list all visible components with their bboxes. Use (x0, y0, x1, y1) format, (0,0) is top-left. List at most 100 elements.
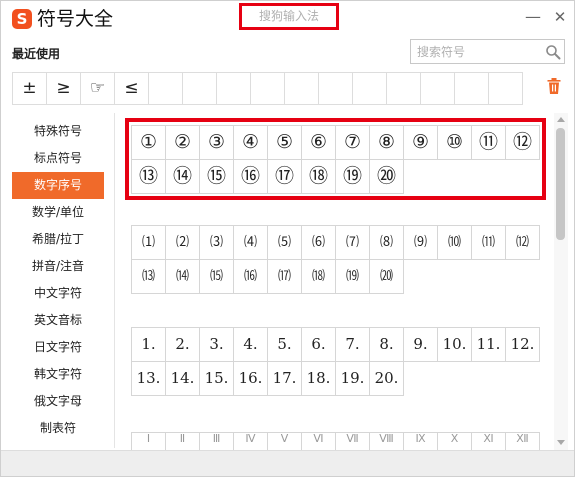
symbol-cell[interactable]: ⑾ (472, 226, 506, 260)
recent-symbol-cell[interactable]: ☞ (81, 73, 115, 105)
symbol-cell[interactable]: ① (132, 126, 166, 160)
sidebar-item[interactable]: 数学/单位 (12, 199, 104, 226)
symbol-cell[interactable]: Ⅸ (404, 433, 438, 450)
symbol-cell[interactable]: ⑰ (268, 160, 302, 194)
symbol-cell[interactable]: Ⅰ (132, 433, 166, 450)
symbol-cell[interactable]: ⑱ (302, 160, 336, 194)
sidebar-item[interactable]: 俄文字母 (12, 388, 104, 415)
symbol-cell[interactable]: Ⅴ (268, 433, 302, 450)
symbol-cell[interactable]: ⑷ (234, 226, 268, 260)
recent-symbol-cell[interactable] (455, 73, 489, 105)
close-button[interactable]: ✕ (549, 7, 571, 27)
sidebar-item[interactable]: 英文音标 (12, 307, 104, 334)
symbol-cell[interactable]: Ⅷ (370, 433, 404, 450)
symbol-cell[interactable]: ⑵ (166, 226, 200, 260)
symbol-cell[interactable]: Ⅵ (302, 433, 336, 450)
recent-symbol-cell[interactable] (251, 73, 285, 105)
sidebar-item[interactable]: 日文字符 (12, 334, 104, 361)
scroll-down-arrow-icon[interactable] (557, 440, 565, 445)
symbol-cell[interactable]: ⒃ (234, 260, 268, 294)
scrollbar[interactable] (554, 113, 568, 450)
symbol-cell[interactable]: ⒂ (200, 260, 234, 294)
symbol-cell[interactable]: ⒄ (268, 260, 302, 294)
title-bar[interactable]: S 符号大全 搜狗输入法 — ✕ (1, 1, 574, 37)
symbol-cell[interactable]: ⒅ (302, 260, 336, 294)
symbol-cell[interactable]: ⑯ (234, 160, 268, 194)
symbol-cell[interactable]: ② (166, 126, 200, 160)
symbol-cell[interactable]: 14. (166, 362, 200, 396)
symbol-cell[interactable]: ⑺ (336, 226, 370, 260)
symbol-cell[interactable]: 9. (404, 328, 438, 362)
symbol-cell[interactable]: Ⅺ (472, 433, 506, 450)
symbol-cell[interactable]: Ⅱ (166, 433, 200, 450)
recent-symbol-cell[interactable] (217, 73, 251, 105)
symbol-cell[interactable]: ⑧ (370, 126, 404, 160)
symbol-cell[interactable]: 20. (370, 362, 404, 396)
symbol-cell[interactable]: ⑲ (336, 160, 370, 194)
symbol-cell[interactable]: 11. (472, 328, 506, 362)
symbol-cell[interactable]: 12. (506, 328, 540, 362)
symbol-cell[interactable]: Ⅻ (506, 433, 540, 450)
symbol-cell[interactable]: Ⅶ (336, 433, 370, 450)
symbol-cell[interactable]: ⑦ (336, 126, 370, 160)
recent-symbol-cell[interactable]: ± (13, 73, 47, 105)
symbol-cell[interactable]: 1. (132, 328, 166, 362)
symbol-cell[interactable]: ⑿ (506, 226, 540, 260)
symbol-cell[interactable]: Ⅹ (438, 433, 472, 450)
symbol-cell[interactable]: ⑫ (506, 126, 540, 160)
symbol-cell[interactable]: ⑶ (200, 226, 234, 260)
trash-icon[interactable] (547, 78, 561, 94)
symbol-cell[interactable]: ④ (234, 126, 268, 160)
symbol-cell[interactable]: ⑤ (268, 126, 302, 160)
symbol-cell[interactable]: ⑳ (370, 160, 404, 194)
search-box[interactable] (410, 39, 565, 64)
symbol-cell[interactable]: ⑨ (404, 126, 438, 160)
search-icon[interactable] (545, 44, 561, 60)
recent-symbol-cell[interactable] (353, 73, 387, 105)
minimize-button[interactable]: — (522, 7, 544, 27)
symbol-cell[interactable]: ⑸ (268, 226, 302, 260)
symbol-cell[interactable]: ③ (200, 126, 234, 160)
symbol-cell[interactable]: ⒆ (336, 260, 370, 294)
sidebar-item[interactable]: 特殊符号 (12, 118, 104, 145)
symbol-cell[interactable]: ⑻ (370, 226, 404, 260)
sidebar-item[interactable]: 希腊/拉丁 (12, 226, 104, 253)
scroll-thumb[interactable] (556, 128, 565, 240)
recent-symbol-cell[interactable] (421, 73, 455, 105)
symbol-cell[interactable]: ⑬ (132, 160, 166, 194)
symbol-cell[interactable]: 8. (370, 328, 404, 362)
recent-symbol-cell[interactable] (489, 73, 523, 105)
scroll-up-arrow-icon[interactable] (557, 117, 565, 122)
recent-symbol-cell[interactable] (319, 73, 353, 105)
recent-symbol-cell[interactable] (387, 73, 421, 105)
sidebar-item[interactable]: 中文字符 (12, 280, 104, 307)
symbol-cell[interactable]: ⑥ (302, 126, 336, 160)
symbol-cell[interactable]: ⑽ (438, 226, 472, 260)
sidebar-item[interactable]: 韩文字符 (12, 361, 104, 388)
symbol-cell[interactable]: ⑴ (132, 226, 166, 260)
symbol-cell[interactable]: ⑼ (404, 226, 438, 260)
symbol-cell[interactable]: ⑭ (166, 160, 200, 194)
symbol-cell[interactable]: 18. (302, 362, 336, 396)
sidebar-item[interactable]: 标点符号 (12, 145, 104, 172)
symbol-cell[interactable]: 15. (200, 362, 234, 396)
symbol-cell[interactable]: ⒀ (132, 260, 166, 294)
symbol-cell[interactable]: ⒁ (166, 260, 200, 294)
symbol-cell[interactable]: 7. (336, 328, 370, 362)
symbol-cell[interactable]: 5. (268, 328, 302, 362)
sidebar-item[interactable]: 拼音/注音 (12, 253, 104, 280)
symbol-cell[interactable]: 16. (234, 362, 268, 396)
recent-symbol-cell[interactable] (183, 73, 217, 105)
symbol-cell[interactable]: Ⅲ (200, 433, 234, 450)
symbol-cell[interactable]: 4. (234, 328, 268, 362)
recent-symbol-cell[interactable] (149, 73, 183, 105)
symbol-cell[interactable]: ⒇ (370, 260, 404, 294)
symbol-cell[interactable]: ⑪ (472, 126, 506, 160)
search-input[interactable] (411, 40, 539, 63)
recent-symbol-cell[interactable]: ≤ (115, 73, 149, 105)
symbol-cell[interactable]: 19. (336, 362, 370, 396)
symbol-cell[interactable]: 6. (302, 328, 336, 362)
symbol-cell[interactable]: 17. (268, 362, 302, 396)
sidebar-item[interactable]: 制表符 (12, 415, 104, 442)
symbol-cell[interactable]: ⑮ (200, 160, 234, 194)
